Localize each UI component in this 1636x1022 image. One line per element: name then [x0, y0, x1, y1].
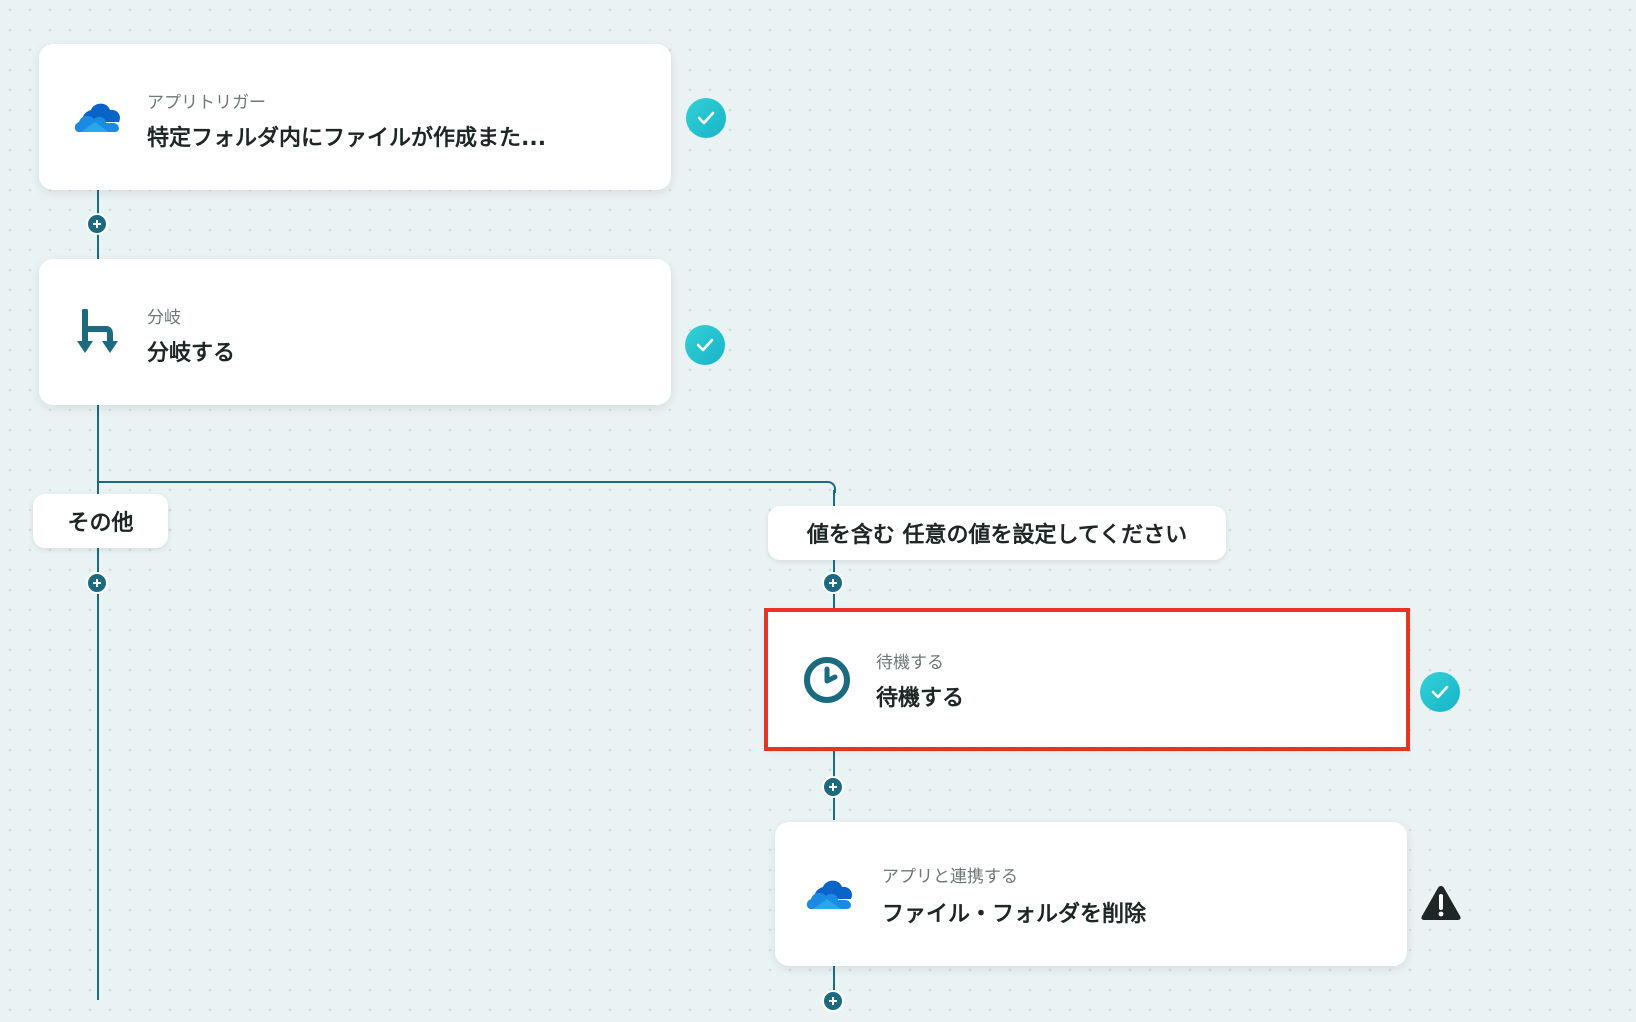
add-step-button[interactable]	[86, 572, 108, 594]
node-subtitle: 待機する	[876, 653, 944, 673]
flow-node-action[interactable]: アプリと連携する ファイル・フォルダを削除	[775, 822, 1407, 966]
node-subtitle: 分岐	[147, 308, 181, 328]
plus-icon	[93, 579, 101, 587]
flow-node-wait[interactable]: 待機する 待機する	[764, 608, 1410, 751]
node-title: 分岐する	[147, 341, 236, 366]
plus-icon	[829, 579, 837, 587]
add-step-button[interactable]	[822, 990, 844, 1012]
node-title: 特定フォルダ内にファイルが作成また...	[147, 126, 547, 151]
plus-icon	[829, 997, 837, 1005]
add-step-button[interactable]	[86, 213, 108, 235]
onedrive-cloud-icon	[805, 869, 855, 919]
flow-node-trigger[interactable]: アプリトリガー 特定フォルダ内にファイルが作成また...	[39, 44, 671, 190]
node-title: 待機する	[876, 686, 965, 711]
check-icon	[685, 325, 725, 365]
warning-icon	[1420, 884, 1462, 922]
node-subtitle: アプリトリガー	[147, 93, 266, 113]
check-icon	[1420, 672, 1460, 712]
branch-label-condition[interactable]: 値を含む 任意の値を設定してください	[768, 506, 1226, 560]
branch-icon	[73, 307, 123, 357]
node-title: ファイル・フォルダを削除	[882, 902, 1147, 927]
plus-icon	[829, 783, 837, 791]
connector-branch-horizontal	[97, 481, 826, 483]
node-subtitle: アプリと連携する	[882, 867, 1018, 887]
add-step-button[interactable]	[822, 572, 844, 594]
flow-node-branch[interactable]: 分岐 分岐する	[39, 259, 671, 405]
branch-label-other[interactable]: その他	[33, 494, 168, 548]
plus-icon	[93, 220, 101, 228]
check-icon	[686, 98, 726, 138]
add-step-button[interactable]	[822, 776, 844, 798]
clock-icon	[802, 655, 852, 705]
onedrive-cloud-icon	[73, 92, 123, 142]
